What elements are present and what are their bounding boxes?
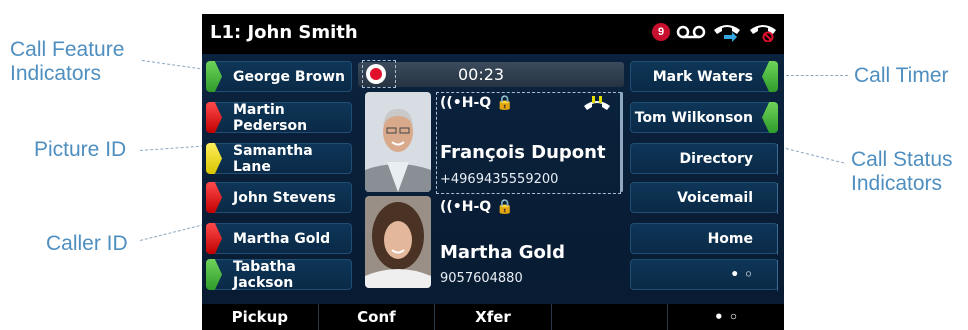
status-led bbox=[762, 61, 778, 92]
status-led bbox=[206, 143, 222, 174]
conf-softkey[interactable]: Conf bbox=[319, 304, 436, 330]
voicemail-key[interactable]: Voicemail bbox=[630, 182, 778, 214]
empty-softkey[interactable] bbox=[552, 304, 669, 330]
callout-call-timer: Call Timer bbox=[854, 64, 949, 87]
key-label: Tom Wilkonson bbox=[634, 109, 753, 126]
callout-call-feature-indicators: Call Feature Indicators bbox=[10, 38, 124, 86]
hd-audio-secure-icon: ((•H-Q 🔒 bbox=[440, 199, 514, 215]
home-key[interactable]: Home bbox=[630, 223, 778, 255]
key-label: Mark Waters bbox=[652, 68, 753, 85]
line-key-tabatha-jackson[interactable]: Tabatha Jackson bbox=[206, 258, 352, 291]
call-status-outline bbox=[436, 92, 621, 194]
key-label: Samantha Lane bbox=[233, 142, 313, 175]
status-led bbox=[206, 61, 222, 92]
handset-forward-icon bbox=[714, 25, 740, 42]
status-led bbox=[206, 102, 222, 133]
line-key-martin-pederson[interactable]: Martin Pederson bbox=[206, 101, 352, 134]
status-led bbox=[206, 223, 222, 254]
line-key-tom-wilkonson[interactable]: Tom Wilkonson bbox=[630, 102, 778, 133]
call-timer: 00:23 bbox=[458, 65, 505, 84]
leader-call-status bbox=[785, 148, 845, 164]
voicemail-count-badge: 9 bbox=[652, 23, 670, 41]
key-label: Martin Pederson bbox=[233, 101, 308, 134]
callout-picture-id: Picture ID bbox=[34, 138, 127, 161]
status-icons: 9 bbox=[652, 22, 778, 42]
line-title: L1: John Smith bbox=[210, 22, 358, 43]
key-label: • ◦ bbox=[730, 266, 753, 283]
callout-line: Call Feature bbox=[10, 38, 125, 61]
leader-picture-id bbox=[140, 145, 204, 151]
man-photo-icon bbox=[365, 92, 431, 192]
caller-number: 9057604880 bbox=[440, 271, 523, 286]
callout-caller-id: Caller ID bbox=[46, 232, 128, 255]
status-led bbox=[762, 102, 778, 133]
held-call-entry[interactable]: ((•H-Q 🔒 Martha Gold 9057604880 bbox=[362, 196, 622, 296]
leader-call-timer bbox=[786, 75, 848, 76]
handset-dnd-icon bbox=[750, 25, 776, 42]
pickup-softkey[interactable]: Pickup bbox=[202, 304, 319, 330]
line-key-martha-gold[interactable]: Martha Gold bbox=[206, 223, 352, 254]
status-led bbox=[206, 182, 222, 213]
callout-line: Call Status bbox=[851, 148, 953, 171]
directory-key[interactable]: Directory bbox=[630, 143, 778, 175]
more-keys-page-indicator[interactable]: • ◦ bbox=[630, 259, 778, 291]
feature-indicator-outline bbox=[362, 60, 396, 88]
phone-screen: L1: John Smith 9 George Brown Martin Ped… bbox=[202, 14, 784, 330]
softkey-page-indicator[interactable]: • ◦ bbox=[668, 304, 784, 330]
line-key-george-brown[interactable]: George Brown bbox=[206, 61, 352, 92]
woman-photo-icon bbox=[365, 196, 431, 288]
line-key-mark-waters[interactable]: Mark Waters bbox=[630, 61, 778, 92]
line-key-samantha-lane[interactable]: Samantha Lane bbox=[206, 142, 352, 175]
key-label: Home bbox=[707, 230, 753, 247]
caller-photo bbox=[365, 196, 431, 288]
status-led bbox=[206, 259, 222, 290]
leader-caller-id bbox=[140, 224, 205, 241]
softkey-bar: Pickup Conf Xfer • ◦ bbox=[202, 304, 784, 330]
caller-name: Martha Gold bbox=[440, 242, 565, 263]
key-label: Directory bbox=[679, 150, 753, 167]
call-timer-bar: 00:23 bbox=[358, 62, 624, 87]
key-label: Voicemail bbox=[677, 189, 753, 206]
call-list-scrollbar[interactable] bbox=[620, 92, 623, 192]
callout-line: Indicators bbox=[10, 62, 102, 85]
callout-call-status-indicators: Call Status Indicators bbox=[851, 148, 953, 196]
leader-call-feature bbox=[141, 60, 206, 70]
status-bar: L1: John Smith 9 bbox=[202, 14, 784, 54]
line-key-john-stevens[interactable]: John Stevens bbox=[206, 182, 352, 213]
voicemail-icon bbox=[676, 25, 706, 39]
key-label: Martha Gold bbox=[233, 230, 331, 247]
key-label: Tabatha Jackson bbox=[233, 258, 296, 291]
caller-photo bbox=[365, 92, 431, 192]
key-label: George Brown bbox=[233, 68, 345, 85]
xfer-softkey[interactable]: Xfer bbox=[435, 304, 552, 330]
callout-line: Indicators bbox=[851, 172, 943, 195]
key-label: John Stevens bbox=[233, 189, 336, 206]
